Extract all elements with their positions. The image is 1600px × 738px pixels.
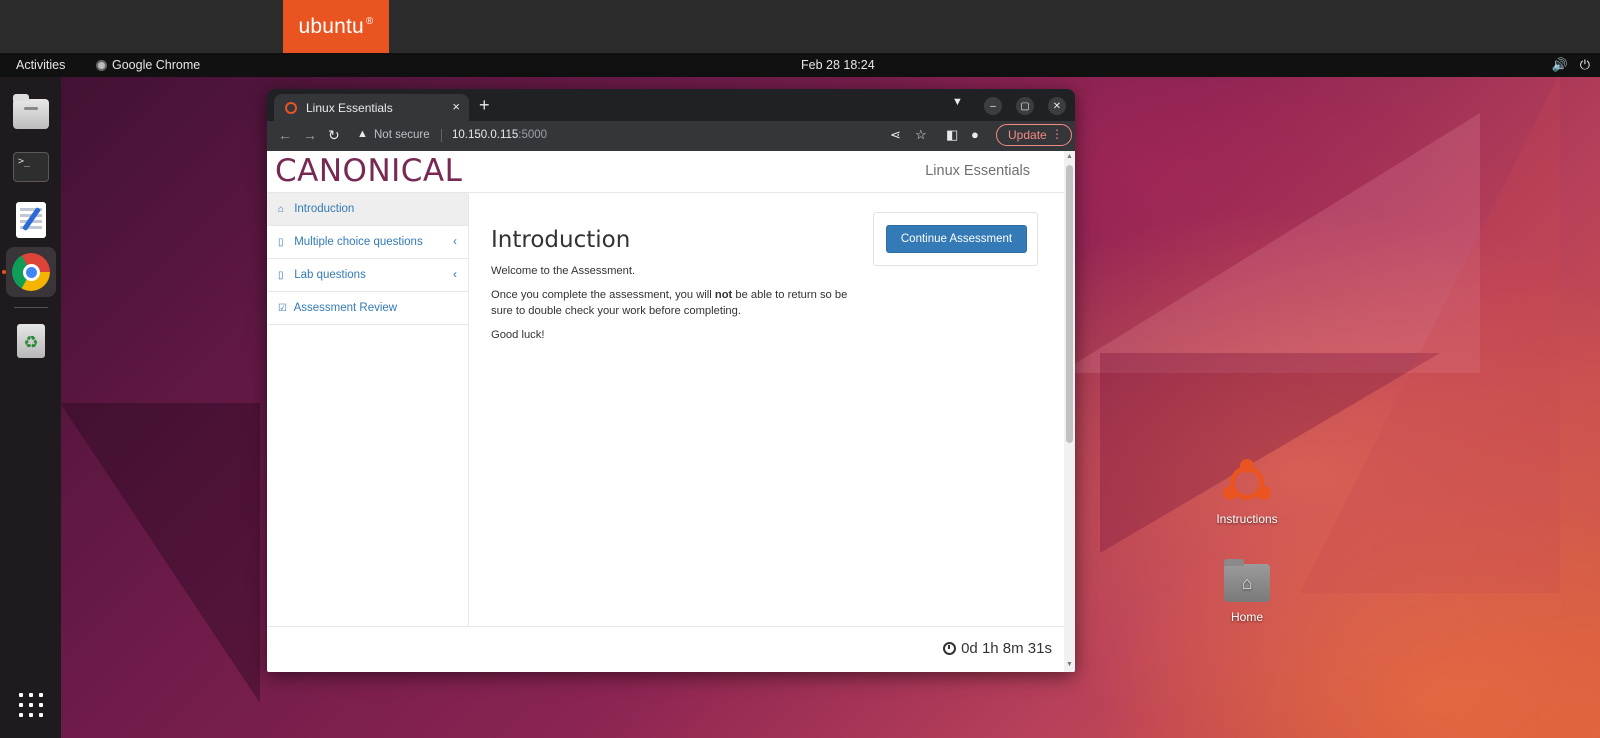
bookmark-star-icon[interactable]: ☆ [915, 127, 927, 143]
close-window-icon[interactable]: ✕ [1048, 97, 1066, 115]
warning-emphasis: not [714, 289, 733, 301]
dock: >_ ♻ [0, 77, 61, 738]
update-button[interactable]: Update ⋮ [996, 124, 1072, 146]
tab-search-chevron-icon[interactable]: ▼ [952, 96, 963, 108]
browser-toolbar: ← → ↻ ▲ Not secure 10.150.0.115:5000 ⋖ ☆… [267, 121, 1075, 151]
chevron-left-icon[interactable]: ‹ [453, 234, 457, 248]
security-label[interactable]: Not secure [374, 129, 430, 141]
power-icon[interactable]: ⏻ [1580, 57, 1590, 73]
page-footer: 0d 1h 8m 31s [267, 626, 1064, 672]
tab-favicon-icon [285, 102, 297, 114]
sidebar-item-lab-questions[interactable]: ▯ Lab questions ‹ [267, 259, 468, 292]
clock[interactable]: Feb 28 18:24 [801, 58, 875, 72]
chevron-left-icon[interactable]: ‹ [453, 267, 457, 281]
update-label: Update [1008, 128, 1047, 142]
welcome-text: Welcome to the Assessment. [491, 265, 636, 277]
chrome-small-icon [96, 59, 107, 71]
maximize-icon[interactable]: ▢ [1016, 97, 1034, 115]
desktop-instructions-label: Instructions [1216, 512, 1278, 526]
desktop-home-label: Home [1230, 610, 1263, 624]
system-tray[interactable]: 🔊 ⏻ [1552, 57, 1590, 73]
running-indicator [2, 270, 6, 274]
desktop-instructions[interactable]: Instructions [1202, 458, 1292, 526]
scroll-thumb[interactable] [1066, 165, 1073, 443]
continue-assessment-button[interactable]: Continue Assessment [886, 225, 1027, 253]
good-luck-text: Good luck! [491, 329, 545, 341]
scroll-up-icon[interactable]: ▲ [1066, 153, 1073, 160]
assessment-panel: Continue Assessment [873, 212, 1038, 266]
dock-chrome[interactable] [6, 247, 56, 297]
app-menu[interactable]: Google Chrome [96, 58, 200, 72]
canonical-logo[interactable]: CANONICAL [275, 153, 462, 189]
host-bar: ubuntu ® [0, 0, 1600, 53]
trash-icon: ♻ [17, 324, 45, 358]
back-icon[interactable]: ← [278, 127, 292, 143]
page-title: Introduction [491, 227, 631, 253]
check-square-icon: ☑ [278, 303, 287, 314]
text-editor-icon [16, 202, 46, 238]
course-title: Linux Essentials [925, 163, 1030, 179]
warning-triangle-icon[interactable]: ▲ [357, 128, 368, 140]
ubuntu-circle-icon [1222, 458, 1272, 508]
url-text[interactable]: 10.150.0.115:5000 [452, 129, 547, 141]
ubuntu-logo: ubuntu ® [283, 0, 389, 53]
sidebar-item-label: Multiple choice questions [294, 236, 423, 248]
tab-close-icon[interactable]: × [452, 99, 460, 114]
timer-value: 0d 1h 8m 31s [961, 640, 1052, 657]
tab-linux-essentials[interactable]: Linux Essentials × [274, 94, 469, 121]
sidebar-item-label: Assessment Review [293, 302, 398, 314]
clock-icon [943, 642, 957, 655]
desktop-home[interactable]: ⌂ Home [1202, 559, 1292, 624]
home-folder-icon: ⌂ [1224, 559, 1270, 602]
tab-title: Linux Essentials [306, 101, 393, 115]
page-scrollbar[interactable]: ▲ ▼ [1064, 151, 1075, 672]
address-bar[interactable]: ▲ Not secure 10.150.0.115:5000 [357, 124, 892, 148]
share-icon[interactable]: ⋖ [890, 127, 901, 143]
new-tab-button[interactable]: + [479, 96, 490, 114]
site-header: CANONICAL Linux Essentials [267, 151, 1064, 193]
top-panel: Activities Google Chrome Feb 28 18:24 🔊 … [0, 53, 1600, 77]
dock-terminal[interactable]: >_ [6, 142, 56, 192]
file-icon: ▯ [278, 270, 284, 281]
forward-icon[interactable]: → [303, 127, 317, 143]
volume-icon[interactable]: 🔊 [1552, 57, 1568, 73]
terminal-icon: >_ [13, 152, 49, 182]
show-apps-grid-icon[interactable] [19, 693, 43, 717]
dock-files[interactable] [6, 89, 56, 139]
minimize-icon[interactable]: – [984, 97, 1002, 115]
sidebar-item-assessment-review[interactable]: ☑ Assessment Review [267, 292, 468, 325]
chrome-window: Linux Essentials × + ▼ – ▢ ✕ ← → ↻ ▲ Not… [267, 89, 1075, 672]
dock-trash[interactable]: ♻ [6, 316, 56, 366]
app-menu-label: Google Chrome [112, 58, 201, 72]
profile-icon[interactable]: ● [971, 127, 979, 142]
file-icon: ▯ [278, 237, 284, 248]
sidebar: ⌂ Introduction ▯ Multiple choice questio… [267, 193, 469, 626]
dock-separator [14, 307, 48, 308]
side-panel-icon[interactable]: ◧ [946, 127, 958, 143]
files-icon [13, 94, 49, 129]
activities-button[interactable]: Activities [16, 58, 65, 72]
timer: 0d 1h 8m 31s [943, 640, 1052, 657]
page-viewport: CANONICAL Linux Essentials ⌂ Introductio… [267, 151, 1075, 672]
tab-strip: Linux Essentials × + ▼ – ▢ ✕ [267, 89, 1075, 121]
sidebar-item-introduction[interactable]: ⌂ Introduction [267, 193, 468, 226]
reload-icon[interactable]: ↻ [328, 127, 340, 144]
dock-text-editor[interactable] [6, 195, 56, 245]
sidebar-item-label: Introduction [294, 203, 355, 215]
ubuntu-logo-text: ubuntu [298, 14, 364, 38]
home-icon: ⌂ [278, 204, 285, 215]
sidebar-item-multiple-choice[interactable]: ▯ Multiple choice questions ‹ [267, 226, 468, 259]
chrome-icon [12, 253, 50, 291]
scroll-down-icon[interactable]: ▼ [1066, 661, 1073, 668]
warning-text: Once you complete the assessment, you wi… [491, 289, 848, 317]
sidebar-item-label: Lab questions [294, 269, 366, 281]
chrome-menu-icon[interactable]: ⋮ [1051, 127, 1063, 141]
